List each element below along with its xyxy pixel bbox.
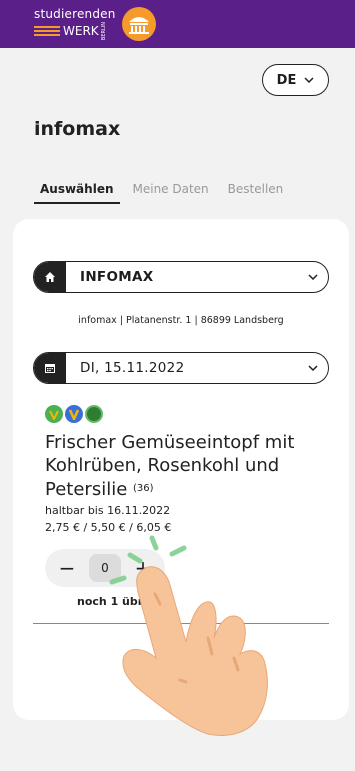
tap-gesture-hand-icon: [109, 535, 268, 736]
date-value: DI, 15.11.2022: [80, 360, 185, 376]
studierendenwerk-logo[interactable]: studierenden WERK BERLIN: [34, 7, 156, 41]
location-select[interactable]: INFOMAX: [33, 261, 329, 293]
home-icon: [34, 262, 66, 292]
tab-bar: Auswählen Meine Daten Bestellen: [34, 180, 289, 204]
meal-title-text: Frischer Gemüseeintopf mit Kohlrüben, Ro…: [45, 432, 295, 500]
tab-bestellen[interactable]: Bestellen: [222, 180, 290, 204]
chevron-down-icon: [298, 274, 328, 280]
chevron-down-icon: [298, 365, 328, 371]
date-select[interactable]: DI, 15.11.2022: [33, 352, 329, 384]
meal-badges: [45, 405, 103, 423]
language-value: DE: [276, 72, 297, 88]
tab-auswaehlen[interactable]: Auswählen: [34, 180, 120, 204]
chevron-down-icon: [304, 77, 314, 83]
location-value: INFOMAX: [80, 269, 154, 285]
wheat-icon: [45, 405, 63, 423]
calendar-icon: [34, 353, 66, 383]
logo-text-bottom: WERK: [63, 23, 99, 38]
page-title: infomax: [34, 118, 121, 140]
location-address: infomax | Platanenstr. 1 | 86899 Landsbe…: [78, 315, 284, 326]
meal-title: Frischer Gemüseeintopf mit Kohlrüben, Ro…: [45, 431, 325, 501]
language-select[interactable]: DE: [262, 64, 329, 96]
logo-text-top: studierenden: [34, 6, 116, 21]
tab-meine-daten[interactable]: Meine Daten: [127, 180, 215, 204]
header-bar: studierenden WERK BERLIN: [0, 0, 355, 48]
best-before: haltbar bis 16.11.2022: [45, 504, 171, 517]
logo-stripes: [34, 25, 60, 36]
decrease-button[interactable]: −: [57, 556, 77, 580]
vegetarian-icon: [65, 405, 83, 423]
logo-berlin: BERLIN: [100, 21, 107, 41]
climate-icon: [85, 405, 103, 423]
allergen-code: (36): [133, 483, 154, 494]
logo-building-icon: [121, 7, 156, 41]
